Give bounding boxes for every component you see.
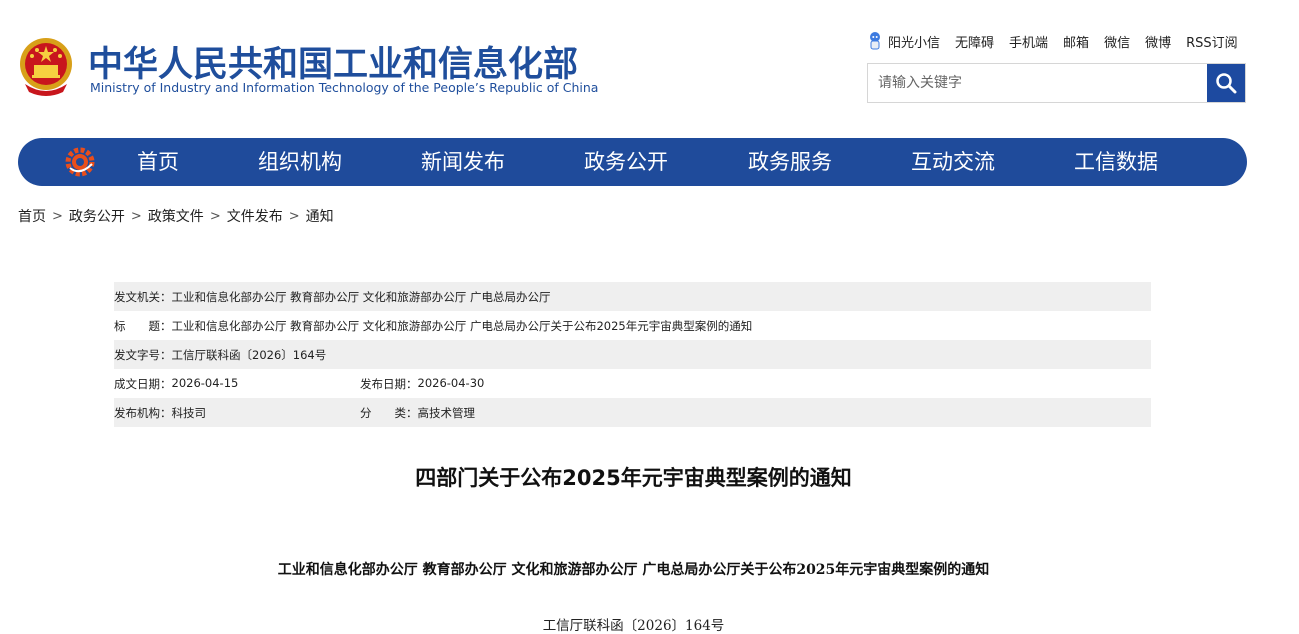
article-headline: 四部门关于公布2025年元宇宙典型案例的通知 [415,466,852,490]
article-document-number: 工信厅联科函〔2026〕164号 [542,618,725,634]
search-icon [1216,73,1237,94]
created-date-value: 2026-04-15 [171,375,239,390]
info-row-title: 标 题： 工业和信息化部办公厅 教育部办公厅 文化和旅游部办公厅 广电总局办公厅… [114,311,1151,340]
nav-item-news[interactable]: 新闻发布 [421,138,505,186]
nav-item-government-affairs[interactable]: 政务公开 [584,138,668,186]
search-button[interactable] [1207,64,1245,102]
breadcrumb-file-release[interactable]: 文件发布 [227,206,283,226]
created-date-label: 成文日期： [114,376,172,391]
issuer-value: 工业和信息化部办公厅 教育部办公厅 文化和旅游部办公厅 广电总局办公厅 [171,289,551,304]
info-row-org: 发布机构： 科技司 分 类： 高技术管理 [114,398,1151,427]
title-value: 工业和信息化部办公厅 教育部办公厅 文化和旅游部办公厅 广电总局办公厅关于公布2… [171,318,753,333]
nav-item-organization[interactable]: 组织机构 [258,138,342,186]
document-info-table: 发文机关： 工业和信息化部办公厅 教育部办公厅 文化和旅游部办公厅 广电总局办公… [114,282,1151,427]
nav-item-home[interactable]: 首页 [137,138,179,186]
breadcrumb: 首页 > 政务公开 > 政策文件 > 文件发布 > 通知 [18,206,334,226]
search-box [867,63,1246,103]
robot-icon [870,32,880,50]
top-links: 阳光小信 无障碍 手机端 邮箱 微信 微博 RSS订阅 [868,31,1253,51]
link-mailbox[interactable]: 邮箱 [1063,32,1089,51]
link-sunshine-xiaoxin[interactable]: 阳光小信 [888,32,940,51]
nav-item-data[interactable]: 工信数据 [1074,138,1158,186]
breadcrumb-separator: > [209,208,221,224]
breadcrumb-separator: > [288,208,300,224]
article-subheading: 工业和信息化部办公厅 教育部办公厅 文化和旅游部办公厅 广电总局办公厅关于公布2… [277,562,990,578]
main-nav: 首页 组织机构 新闻发布 政务公开 政务服务 互动交流 工信数据 [18,138,1247,186]
link-wechat[interactable]: 微信 [1104,32,1130,51]
org-label: 发布机构： [114,405,172,420]
docno-value: 工信厅联科函〔2026〕164号 [171,347,327,362]
docno-label: 发文字号： [114,347,172,362]
breadcrumb-separator: > [52,208,63,224]
breadcrumb-separator: > [130,208,142,224]
org-value: 科技司 [171,405,207,420]
site-subtitle-en: Ministry of Industry and Information Tec… [90,80,599,95]
breadcrumb-notice[interactable]: 通知 [306,206,334,226]
nav-item-interaction[interactable]: 互动交流 [911,138,995,186]
title-label: 标 题： [114,318,172,333]
link-accessibility[interactable]: 无障碍 [955,32,994,51]
category-value: 高技术管理 [417,405,476,420]
national-emblem-logo[interactable] [17,36,75,98]
miit-gear-logo-icon [65,147,95,177]
published-date-value: 2026-04-30 [417,375,485,390]
breadcrumb-policy-files[interactable]: 政策文件 [148,206,204,226]
nav-item-government-services[interactable]: 政务服务 [748,138,832,186]
link-mobile[interactable]: 手机端 [1009,32,1048,51]
info-row-issuer: 发文机关： 工业和信息化部办公厅 教育部办公厅 文化和旅游部办公厅 广电总局办公… [114,282,1151,311]
info-row-docno: 发文字号： 工信厅联科函〔2026〕164号 [114,340,1151,369]
search-input[interactable] [868,64,1207,102]
breadcrumb-home[interactable]: 首页 [18,206,46,226]
link-rss[interactable]: RSS订阅 [1186,32,1238,51]
breadcrumb-government-affairs[interactable]: 政务公开 [69,206,125,226]
link-weibo[interactable]: 微博 [1145,32,1171,51]
category-label: 分 类： [360,405,418,420]
info-row-dates: 成文日期： 2026-04-15 发布日期： 2026-04-30 [114,369,1151,398]
issuer-label: 发文机关： [114,289,172,304]
published-date-label: 发布日期： [360,376,418,391]
